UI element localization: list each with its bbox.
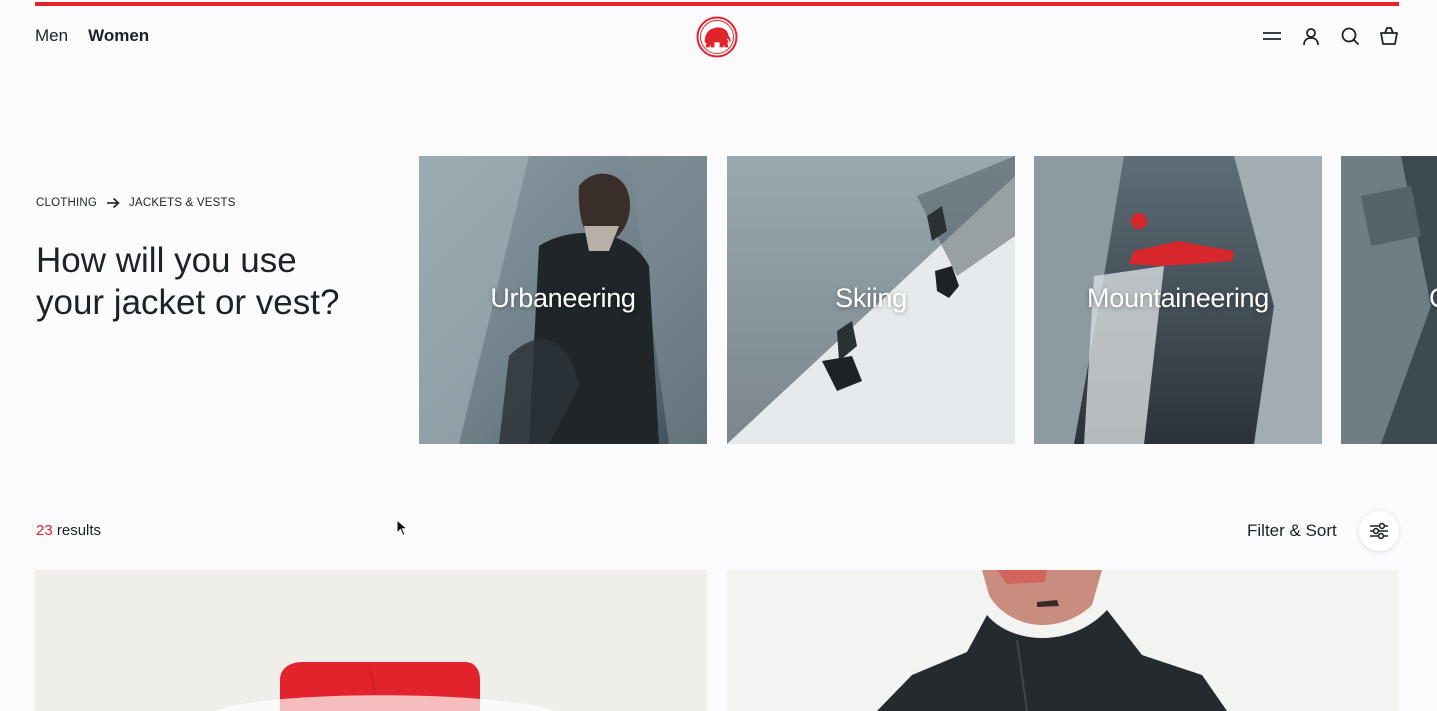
site-header: Men Women	[0, 6, 1437, 66]
filter-sort-label[interactable]: Filter & Sort	[1247, 521, 1337, 541]
breadcrumb-jackets-vests[interactable]: JACKETS & VESTS	[129, 197, 236, 209]
activity-tile-urbaneering[interactable]: Urbaneering	[419, 156, 707, 444]
page-title: How will you use your jacket or vest?	[36, 241, 340, 322]
breadcrumb: CLOTHING JACKETS & VESTS	[36, 197, 236, 209]
search-icon[interactable]	[1340, 26, 1360, 46]
sliders-icon	[1370, 522, 1388, 540]
product-card[interactable]	[727, 570, 1399, 711]
activity-tile-mountaineering[interactable]: Mountaineering	[1034, 156, 1322, 444]
breadcrumb-clothing[interactable]: CLOTHING	[36, 197, 97, 209]
activity-label-mountaineering: Mountaineering	[1087, 283, 1269, 313]
product-image	[727, 570, 1399, 711]
activity-label-4: C	[1429, 283, 1437, 314]
account-icon[interactable]	[1301, 26, 1321, 46]
header-actions	[1262, 26, 1399, 46]
activity-4-image	[1341, 156, 1437, 444]
arrow-right-icon	[107, 197, 120, 209]
activity-tile-4[interactable]: C	[1341, 156, 1437, 444]
mammut-logo-icon[interactable]	[696, 16, 738, 58]
product-image	[35, 570, 707, 711]
activity-carousel: Urbaneering Skiing Mountaineering	[419, 156, 1437, 444]
cart-icon[interactable]	[1379, 26, 1399, 46]
menu-icon[interactable]	[1262, 26, 1282, 46]
nav-men-link[interactable]: Men	[35, 26, 68, 46]
activity-label-skiing: Skiing	[835, 283, 907, 313]
nav-women-link[interactable]: Women	[88, 26, 149, 46]
gender-nav: Men Women	[35, 26, 149, 46]
product-card[interactable]	[35, 570, 707, 711]
activity-label-urbaneering: Urbaneering	[490, 283, 636, 313]
results-suffix: results	[52, 522, 102, 539]
activity-tile-skiing[interactable]: Skiing	[727, 156, 1015, 444]
filter-sort-button[interactable]	[1359, 511, 1399, 551]
mouse-cursor-icon	[396, 519, 408, 537]
results-count: 23 results	[36, 522, 101, 539]
results-number: 23	[36, 522, 53, 539]
